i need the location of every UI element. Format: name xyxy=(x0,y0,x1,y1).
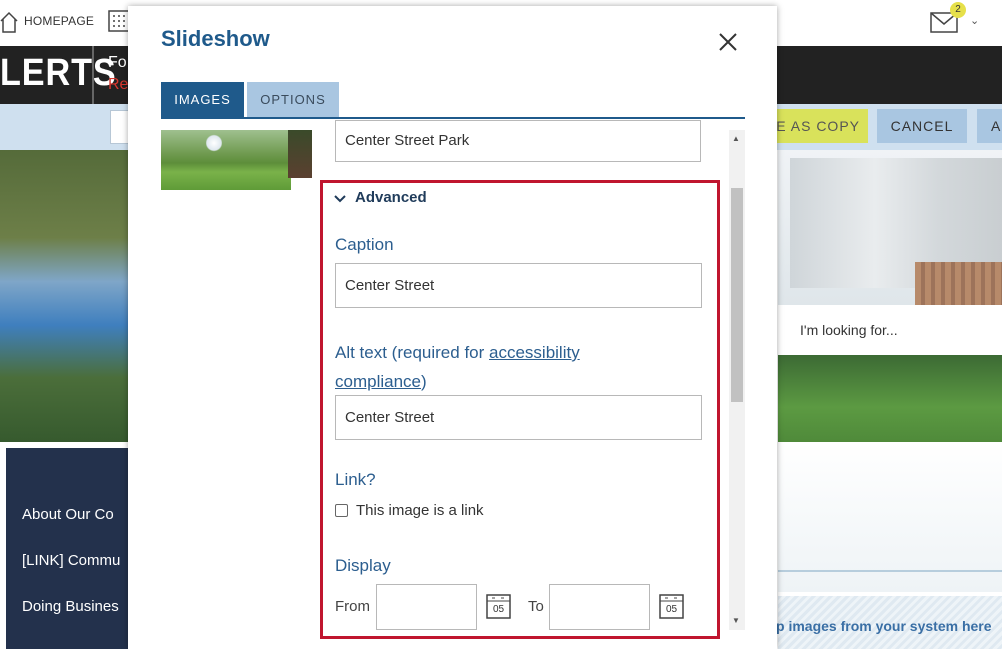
notification-badge: 2 xyxy=(950,2,966,18)
link-label: Link? xyxy=(335,470,376,489)
divider xyxy=(778,570,1002,572)
accessibility-link[interactable]: accessibility xyxy=(489,343,580,362)
building-icon[interactable] xyxy=(108,8,130,34)
nav-item-community[interactable]: [LINK] Commu xyxy=(22,552,120,569)
side-nav: About Our Co [LINK] Commu Doing Busines xyxy=(6,448,128,649)
scrollbar-thumb[interactable] xyxy=(731,188,743,402)
apply-button[interactable]: A xyxy=(977,109,1002,143)
compliance-link[interactable]: compliance xyxy=(335,372,421,391)
alt-text-label-suffix: ) xyxy=(421,372,427,391)
nav-item-business[interactable]: Doing Busines xyxy=(22,598,119,615)
alert-divider xyxy=(92,46,94,104)
home-icon[interactable] xyxy=(0,8,18,34)
cancel-button[interactable]: CANCEL xyxy=(877,109,967,143)
scroll-down-arrow-icon[interactable]: ▼ xyxy=(732,616,740,625)
image-link-checkbox[interactable] xyxy=(335,504,348,517)
alt-text-field[interactable]: Center Street xyxy=(335,395,702,440)
hero-image-fence xyxy=(915,262,1002,306)
calendar-icon[interactable]: 05 xyxy=(486,594,511,619)
hero-image-grass xyxy=(778,355,1002,442)
drop-zone-text: p images from your system here xyxy=(776,618,992,634)
caption-field[interactable]: Center Street xyxy=(335,263,702,308)
alt-text-label-prefix: Alt text (required for xyxy=(335,343,490,362)
chevron-down-icon[interactable] xyxy=(334,191,346,203)
alert-title[interactable]: Fo xyxy=(108,54,127,72)
calendar-icon[interactable]: 05 xyxy=(659,594,684,619)
alert-subtitle[interactable]: Re xyxy=(108,76,128,94)
close-icon[interactable] xyxy=(716,30,740,54)
calendar-day: 05 xyxy=(665,604,678,615)
scroll-up-arrow-icon[interactable]: ▲ xyxy=(732,134,740,143)
hero-image-left xyxy=(0,150,128,442)
image-link-checkbox-label[interactable]: This image is a link xyxy=(356,502,484,519)
thumbnail-tree xyxy=(288,130,312,178)
nav-item-about[interactable]: About Our Co xyxy=(22,506,114,523)
tab-underline xyxy=(161,117,745,119)
modal-title: Slideshow xyxy=(161,26,270,51)
tab-options[interactable]: OPTIONS xyxy=(247,82,339,117)
thumbnail-fountain xyxy=(206,134,222,152)
image-thumbnail[interactable] xyxy=(161,130,291,190)
alt-text-label: Alt text (required for accessibility comp… xyxy=(335,338,635,396)
alerts-heading: LERTS xyxy=(0,52,117,94)
slideshow-modal: Slideshow IMAGES OPTIONS Center Street P… xyxy=(128,6,777,649)
homepage-link[interactable]: HOMEPAGE xyxy=(24,14,94,28)
image-title-field[interactable]: Center Street Park xyxy=(335,120,701,162)
chevron-down-icon[interactable]: ⌄ xyxy=(970,14,979,27)
display-label: Display xyxy=(335,556,391,575)
caption-label: Caption xyxy=(335,235,394,254)
calendar-day: 05 xyxy=(492,604,505,615)
from-label: From xyxy=(335,598,370,615)
to-label: To xyxy=(528,598,544,615)
to-date-field[interactable] xyxy=(549,584,650,630)
search-placeholder: I'm looking for... xyxy=(800,322,898,338)
from-date-field[interactable] xyxy=(376,584,477,630)
advanced-toggle[interactable]: Advanced xyxy=(355,189,427,206)
tab-images[interactable]: IMAGES xyxy=(161,82,244,117)
